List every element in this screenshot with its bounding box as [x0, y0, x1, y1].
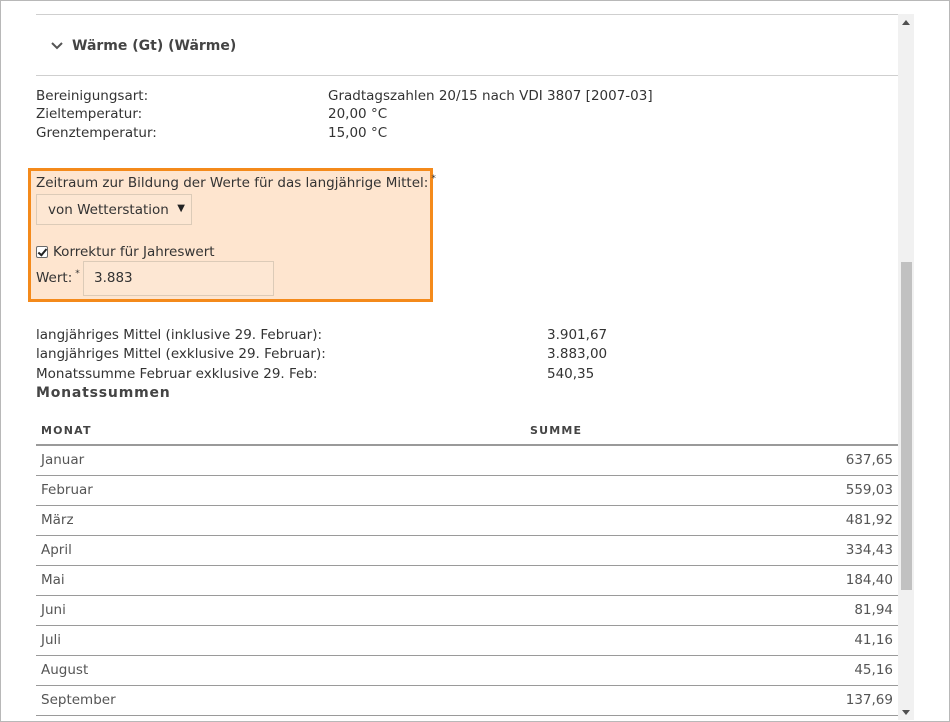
- sum-cell: 637,65: [845, 452, 893, 468]
- table-row: April 334,43: [36, 536, 898, 566]
- sum-cell: 137,69: [845, 692, 893, 708]
- correction-label: Korrektur für Jahreswert: [53, 244, 215, 260]
- wert-label-text: Wert:: [36, 270, 73, 286]
- info-label: Grenztemperatur:: [36, 125, 157, 141]
- month-cell: Januar: [41, 452, 85, 468]
- scroll-down-arrow-icon[interactable]: [898, 704, 914, 720]
- table-row: Juni 81,94: [36, 596, 898, 626]
- scrollbar-thumb[interactable]: [901, 262, 912, 590]
- required-marker: *: [431, 174, 436, 184]
- caret-down-icon: ▼: [177, 203, 185, 214]
- checkbox-checked-icon[interactable]: [36, 246, 48, 258]
- sum-cell: 81,94: [854, 602, 893, 618]
- month-cell: Mai: [41, 572, 65, 588]
- wert-input[interactable]: 3.883: [83, 261, 274, 296]
- month-cell: September: [41, 692, 116, 708]
- sum-cell: 334,43: [845, 542, 893, 558]
- period-label-text: Zeitraum zur Bildung der Werte für das l…: [36, 175, 429, 191]
- month-cell: Februar: [41, 482, 93, 498]
- table-row: Mai 184,40: [36, 566, 898, 596]
- mean-value: 3.901,67: [547, 327, 608, 343]
- scroll-up-arrow-icon[interactable]: [898, 14, 914, 30]
- header-divider: [36, 75, 898, 76]
- app-frame: Wärme (Gt) (Wärme) Bereinigungsart: Grad…: [0, 0, 950, 722]
- top-divider: [36, 14, 898, 15]
- chevron-down-icon[interactable]: [50, 39, 64, 53]
- info-value: 20,00 °C: [328, 106, 388, 122]
- sum-cell: 559,03: [845, 482, 893, 498]
- mean-label: langjähriges Mittel (exklusive 29. Febru…: [36, 346, 326, 362]
- month-cell: April: [41, 542, 72, 558]
- table-row: März 481,92: [36, 506, 898, 536]
- table-row: Juli 41,16: [36, 626, 898, 656]
- month-cell: März: [41, 512, 74, 528]
- info-value: Gradtagszahlen 20/15 nach VDI 3807 [2007…: [328, 88, 653, 104]
- mean-label: langjähriges Mittel (inklusive 29. Febru…: [36, 327, 323, 343]
- mean-value: 3.883,00: [547, 346, 608, 362]
- sum-cell: 41,16: [854, 632, 893, 648]
- table-row: August 45,16: [36, 656, 898, 686]
- sum-cell: 45,16: [854, 662, 893, 678]
- required-marker: *: [75, 269, 80, 279]
- correction-checkbox-row[interactable]: Korrektur für Jahreswert: [36, 243, 215, 261]
- table-row: Februar 559,03: [36, 476, 898, 506]
- mean-label: Monatssumme Februar exklusive 29. Feb:: [36, 366, 318, 382]
- sum-cell: 481,92: [845, 512, 893, 528]
- info-value: 15,00 °C: [328, 125, 388, 141]
- info-label: Bereinigungsart:: [36, 88, 149, 104]
- table-row: September 137,69: [36, 686, 898, 716]
- content-panel: Wärme (Gt) (Wärme) Bereinigungsart: Grad…: [28, 1, 898, 721]
- period-label: Zeitraum zur Bildung der Werte für das l…: [36, 174, 436, 191]
- monthly-title: Monatssummen: [36, 385, 171, 401]
- month-cell: Juni: [41, 602, 66, 618]
- info-label: Zieltemperatur:: [36, 106, 143, 122]
- vertical-scrollbar[interactable]: [898, 14, 914, 720]
- table-row: Januar 637,65: [36, 446, 898, 476]
- month-cell: August: [41, 662, 89, 678]
- section-title: Wärme (Gt) (Wärme): [72, 38, 237, 54]
- month-cell: Juli: [41, 632, 62, 648]
- column-header-sum[interactable]: SUMME: [530, 417, 582, 444]
- column-header-month[interactable]: MONAT: [41, 417, 92, 444]
- period-select-value: von Wetterstation: [48, 201, 169, 218]
- section-header[interactable]: Wärme (Gt) (Wärme): [50, 35, 236, 57]
- period-select[interactable]: von Wetterstation ▼: [36, 194, 192, 225]
- sum-cell: 184,40: [845, 572, 893, 588]
- wert-label: Wert: *: [36, 269, 80, 286]
- mean-value: 540,35: [547, 366, 595, 382]
